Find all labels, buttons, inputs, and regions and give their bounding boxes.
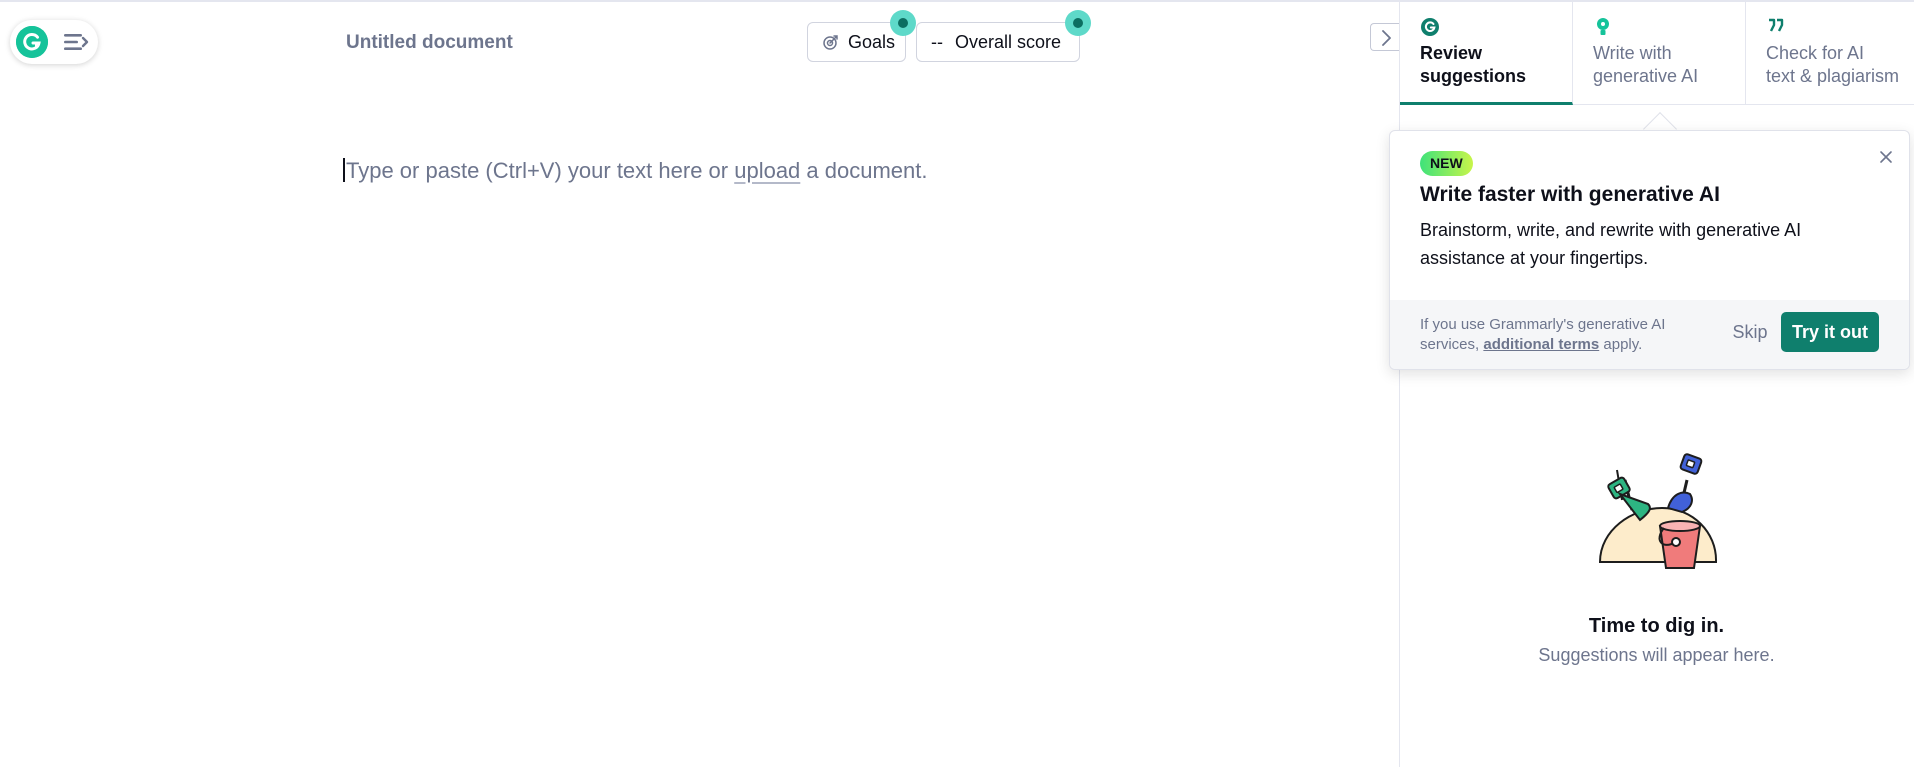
score-notification-dot[interactable] <box>1065 10 1091 36</box>
try-it-out-button[interactable]: Try it out <box>1781 312 1879 352</box>
goals-notification-dot[interactable] <box>890 10 916 36</box>
grammarly-logo-icon[interactable] <box>16 26 48 58</box>
tab-check-ai-plagiarism[interactable]: Check for AI text & plagiarism <box>1746 2 1914 105</box>
tab-label-line2: suggestions <box>1420 66 1527 86</box>
tab-write-generative-ai[interactable]: Write with generative AI <box>1573 2 1746 105</box>
tab-label-line1: Write with <box>1593 43 1672 63</box>
skip-button[interactable]: Skip <box>1725 312 1775 352</box>
popover-footer: If you use Grammarly's generative AI ser… <box>1390 300 1909 369</box>
close-icon[interactable] <box>1876 147 1896 167</box>
tab-label-line2: generative AI <box>1593 66 1699 86</box>
popover-title: Write faster with generative AI <box>1420 183 1720 206</box>
additional-terms-link[interactable]: additional terms <box>1483 336 1599 353</box>
editor-placeholder-after: a document. <box>800 158 928 183</box>
text-cursor <box>343 158 345 182</box>
popover-body: Brainstorm, write, and rewrite with gene… <box>1420 220 1802 268</box>
terms-notice: If you use Grammarly's generative AI ser… <box>1420 315 1710 355</box>
tab-review-suggestions[interactable]: Review suggestions <box>1400 2 1573 105</box>
empty-state-title: Time to dig in. <box>1588 615 1725 637</box>
upload-link[interactable]: upload <box>734 158 800 183</box>
tab-label-line1: Check for AI <box>1766 43 1865 63</box>
tab-label-line1: Review <box>1420 43 1483 63</box>
chevron-right-icon <box>1382 30 1391 46</box>
empty-state-subtitle: Suggestions will appear here. <box>1538 645 1775 665</box>
score-label: Overall score <box>955 31 1062 52</box>
editor-placeholder-before: Type or paste (Ctrl+V) your text here or <box>346 158 735 183</box>
document-title[interactable]: Untitled document <box>346 32 513 54</box>
tab-label-line2: text & plagiarism <box>1766 66 1900 86</box>
sand-bucket-illustration <box>1598 453 1718 569</box>
app-menu-pill[interactable] <box>10 20 98 64</box>
new-badge: NEW <box>1420 151 1473 176</box>
overall-score-button[interactable]: -- Overall score <box>916 22 1080 62</box>
grammarly-g-icon <box>1421 18 1439 36</box>
goals-label: Goals <box>848 31 896 52</box>
target-icon <box>823 35 838 50</box>
collapse-sidebar-button[interactable] <box>1370 23 1402 51</box>
menu-lines-icon[interactable] <box>62 32 90 52</box>
generative-ai-popover: NEW Write faster with generative AI Brai… <box>1389 130 1910 370</box>
quote-icon <box>1769 18 1784 32</box>
terms-text-after: apply. <box>1599 336 1643 353</box>
score-value: -- <box>931 31 943 52</box>
text-editor[interactable]: Type or paste (Ctrl+V) your text here or… <box>343 158 927 184</box>
lightbulb-icon <box>1597 18 1609 35</box>
